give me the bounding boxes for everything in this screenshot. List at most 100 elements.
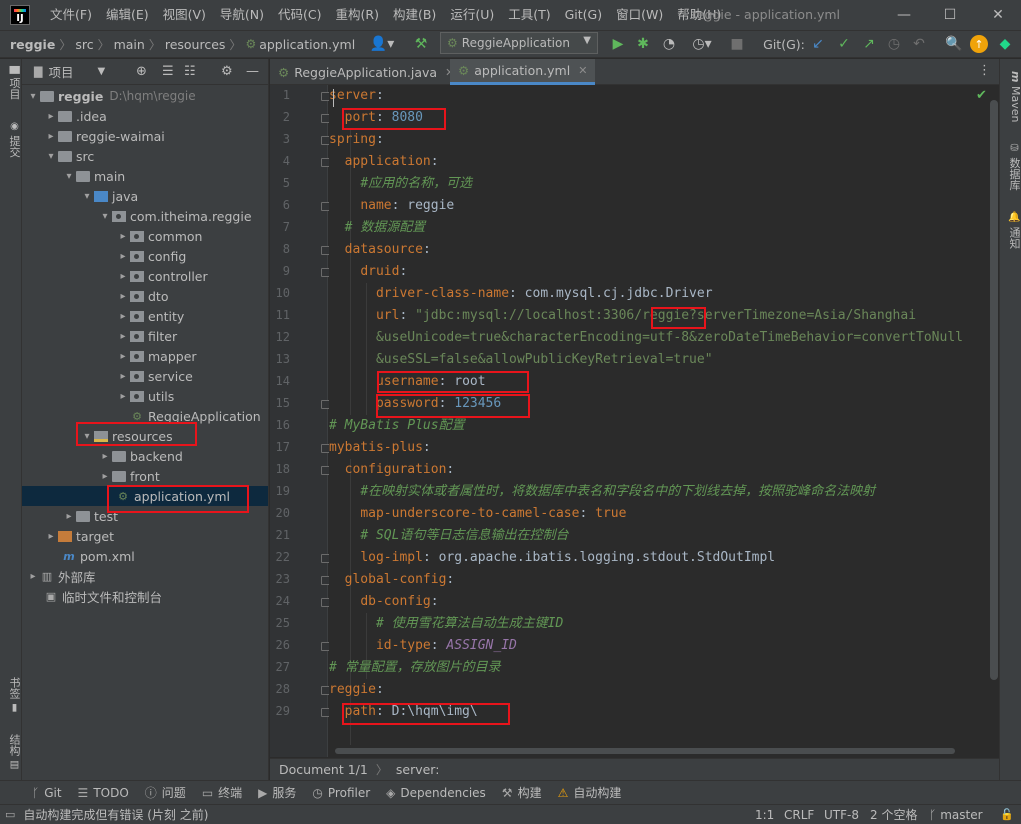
tab-application-yml[interactable]: ⚙ application.yml ✕ [450,59,596,85]
menu-build[interactable]: 构建(B) [387,0,444,30]
build-hammer-icon[interactable]: ⚒ [410,33,432,55]
code-line[interactable]: # 使用雪花算法自动生成主键ID [329,613,563,635]
git-push-icon[interactable]: ↗ [860,33,878,55]
hide-icon[interactable]: — [246,64,259,79]
tree-item-service[interactable]: ▸ service [22,366,268,386]
code-line[interactable]: # MyBatis Plus配置 [329,415,465,437]
git-update-icon[interactable]: ↙ [809,33,827,55]
run-configuration-select[interactable]: ⚙ ReggieApplication ▼ [440,32,598,54]
code-line[interactable]: driver-class-name: com.mysql.cj.jdbc.Dri… [329,283,713,305]
code-line[interactable]: &useUnicode=true&characterEncoding=utf-8… [329,327,963,349]
code-line[interactable]: # 常量配置，存放图片的目录 [329,657,501,679]
breadcrumb-main[interactable]: main [110,37,149,52]
code-line[interactable]: #应用的名称，可选 [329,173,472,195]
indent-setting[interactable]: 2 个空格 [870,806,917,823]
code-line[interactable]: map-underscore-to-camel-case: true [329,503,626,525]
code-line[interactable]: name: reggie [329,195,454,217]
menu-git[interactable]: Git(G) [559,0,611,30]
commit-tool-button[interactable]: ◉ 提交 [0,119,22,159]
close-tab-icon[interactable]: ✕ [578,64,587,77]
tree-item-pom[interactable]: m pom.xml [22,546,268,566]
code-line[interactable]: global-config: [329,569,455,591]
project-panel-title[interactable]: 项目 [48,62,73,81]
code-line[interactable]: url: "jdbc:mysql://localhost:3306/reggie… [329,305,916,327]
tree-item-common[interactable]: ▸ common [22,226,268,246]
horizontal-scrollbar[interactable] [335,748,955,754]
plugin-logo-icon[interactable]: ◆ [996,33,1014,55]
code-line[interactable]: mybatis-plus: [329,437,431,459]
maximize-icon[interactable]: ☐ [927,0,973,30]
status-message[interactable]: 自动构建完成但有错误 (片刻 之前) [23,806,208,823]
inspection-ok-icon[interactable]: ✔ [976,88,987,103]
user-icon[interactable]: 👤▾ [368,33,396,55]
profile-icon[interactable]: ◷▾ [684,33,720,55]
stop-icon[interactable]: ■ [728,33,746,55]
tree-item-java[interactable]: ▾ java [22,186,268,206]
code-line[interactable]: &useSSL=false&allowPublicKeyRetrieval=tr… [329,349,713,371]
database-tool-button[interactable]: ⛁ 数据库 [1000,139,1021,195]
tree-item-config[interactable]: ▸ config [22,246,268,266]
line-separator[interactable]: CRLF [784,808,814,822]
code-line[interactable]: datasource: [329,239,431,261]
tool-window-terminal[interactable]: ▭ 终端 [202,784,242,801]
menu-navigate[interactable]: 导航(N) [214,0,272,30]
tool-window-profiler[interactable]: ◷ Profiler [312,786,370,800]
chevron-down-icon[interactable]: ▼ [97,66,105,77]
debug-icon[interactable]: ✱ [633,33,653,55]
vertical-scrollbar[interactable] [990,100,998,680]
tree-item-mapper[interactable]: ▸ mapper [22,346,268,366]
expand-all-icon[interactable]: ☰ [162,64,174,79]
tree-item-test[interactable]: ▸ test [22,506,268,526]
code-line[interactable]: username: root [329,371,486,393]
menu-window[interactable]: 窗口(W) [610,0,671,30]
code-line[interactable]: log-impl: org.apache.ibatis.logging.stdo… [329,547,775,569]
tree-item-main[interactable]: ▾ main [22,166,268,186]
maven-tool-button[interactable]: m Maven [1000,67,1021,127]
tree-item-src[interactable]: ▾ src [22,146,268,166]
more-vert-icon[interactable]: ⋮ [978,63,991,78]
code-line[interactable]: druid: [329,261,407,283]
code-line[interactable]: reggie: [329,679,384,701]
tree-item-front[interactable]: ▸ front [22,466,268,486]
code-line[interactable]: server: [329,85,384,107]
tree-item-package-root[interactable]: ▾ com.itheima.reggie [22,206,268,226]
tree-item-utils[interactable]: ▸ utils [22,386,268,406]
close-icon[interactable]: ✕ [975,0,1021,30]
bookmarks-tool-button[interactable]: 书签 ▮ [0,672,22,718]
file-encoding[interactable]: UTF-8 [824,808,859,822]
tool-window-auto-build[interactable]: ⚠ 自动构建 [558,784,622,801]
code-line[interactable]: # SQL语句等日志信息输出在控制台 [329,525,568,547]
project-tool-button[interactable]: ▇ 项目 [0,63,22,103]
git-branch[interactable]: ᚴ master [929,808,983,822]
breadcrumb-resources[interactable]: resources [161,37,230,52]
tool-window-problems[interactable]: ⓘ 问题 [145,784,186,801]
code-line[interactable]: path: D:\hqm\img\ [329,701,478,723]
code-line[interactable]: port: 8080 [329,107,423,129]
code-line[interactable]: # 数据源配置 [329,217,426,239]
code-line[interactable]: application: [329,151,439,173]
code-line[interactable]: #在映射实体或者属性时，将数据库中表名和字段名中的下划线去掉，按照驼峰命名法映射 [329,481,875,503]
tree-item-target[interactable]: ▸ target [22,526,268,546]
document-indicator[interactable]: Document 1/1 [279,762,368,777]
tree-item-backend[interactable]: ▸ backend [22,446,268,466]
tree-item-reggie[interactable]: ▾ reggie D:\hqm\reggie [22,86,268,106]
search-icon[interactable]: 🔍 [944,33,964,55]
tree-item-idea[interactable]: ▸ .idea [22,106,268,126]
tree-item-filter[interactable]: ▸ filter [22,326,268,346]
update-icon[interactable]: ↑ [970,35,988,53]
caret-position[interactable]: 1:1 [755,808,774,822]
tree-item-resources[interactable]: ▾ resources [22,426,268,446]
coverage-icon[interactable]: ◔ [659,33,679,55]
menu-run[interactable]: 运行(U) [444,0,502,30]
intellij-logo-icon[interactable]: IJ [10,5,30,25]
code-line[interactable]: db-config: [329,591,438,613]
tool-window-git[interactable]: ᚴ Git [32,786,62,800]
run-icon[interactable]: ▶ [608,33,628,55]
menu-refactor[interactable]: 重构(R) [330,0,387,30]
tool-window-build[interactable]: ⚒ 构建 [502,784,542,801]
breadcrumb-project[interactable]: reggie [0,37,59,52]
minimize-icon[interactable]: — [881,0,927,30]
menu-tools[interactable]: 工具(T) [502,0,558,30]
code-line[interactable]: password: 123456 [329,393,501,415]
tab-reggie-application[interactable]: ⚙ ReggieApplication.java ✕ [270,59,462,85]
